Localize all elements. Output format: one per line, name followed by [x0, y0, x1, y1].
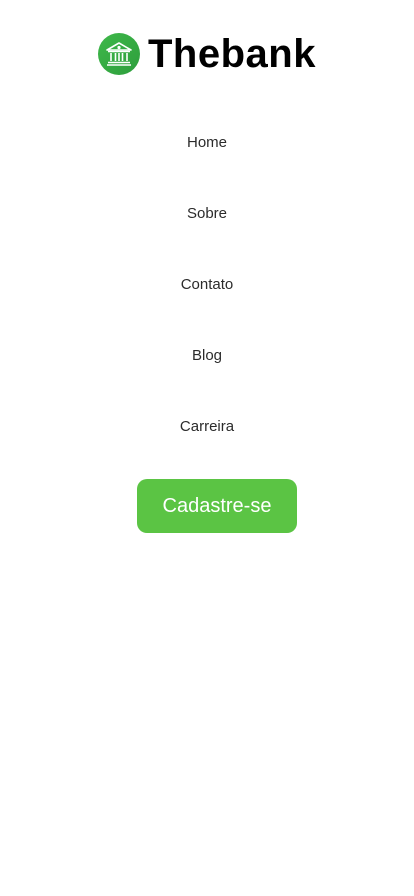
- signup-button[interactable]: Cadastre-se: [137, 479, 297, 533]
- nav-item-sobre[interactable]: Sobre: [0, 178, 414, 249]
- nav-item-home[interactable]: Home: [0, 107, 414, 178]
- main-nav: Home Sobre Contato Blog Carreira: [0, 107, 414, 462]
- site-header: Thebank: [0, 31, 414, 77]
- bank-logo-icon[interactable]: [98, 33, 140, 75]
- nav-item-contato[interactable]: Contato: [0, 249, 414, 320]
- nav-item-blog[interactable]: Blog: [0, 320, 414, 391]
- bank-building-icon: [106, 42, 132, 66]
- nav-item-carreira[interactable]: Carreira: [0, 391, 414, 462]
- brand-name[interactable]: Thebank: [148, 31, 316, 77]
